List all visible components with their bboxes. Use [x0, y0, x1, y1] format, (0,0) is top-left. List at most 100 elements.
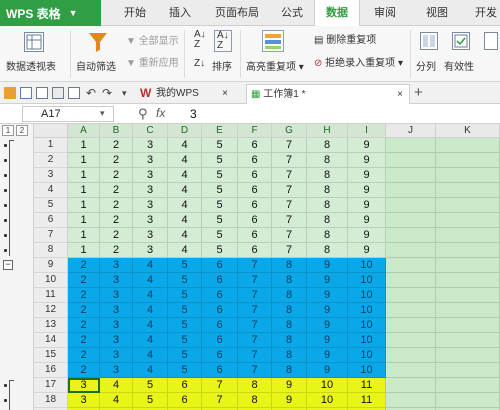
- row-header-18[interactable]: 18: [34, 393, 68, 408]
- cell[interactable]: 4: [168, 243, 202, 258]
- cell[interactable]: 5: [202, 138, 238, 153]
- cell[interactable]: [436, 318, 500, 333]
- tab-home[interactable]: 开始: [112, 0, 158, 26]
- column-header-c[interactable]: C: [133, 124, 168, 138]
- cell[interactable]: [386, 198, 436, 213]
- cell[interactable]: [386, 168, 436, 183]
- tab-insert[interactable]: 插入: [162, 0, 198, 26]
- cell[interactable]: 4: [133, 258, 168, 273]
- cell[interactable]: [386, 333, 436, 348]
- highlight-duplicates-button[interactable]: 高亮重复项 ▾: [246, 58, 304, 73]
- cell[interactable]: 9: [348, 183, 386, 198]
- pdf-export-icon[interactable]: [68, 87, 80, 99]
- cell[interactable]: 9: [348, 198, 386, 213]
- split-columns-icon[interactable]: [420, 32, 438, 50]
- cell[interactable]: 6: [202, 363, 238, 378]
- cell[interactable]: [436, 288, 500, 303]
- column-header-i[interactable]: I: [348, 124, 386, 138]
- cell[interactable]: 7: [272, 138, 307, 153]
- row-header-10[interactable]: 10: [34, 273, 68, 288]
- cell[interactable]: 6: [238, 138, 272, 153]
- cell[interactable]: 8: [307, 153, 348, 168]
- cell[interactable]: 9: [348, 168, 386, 183]
- cell[interactable]: 2: [68, 318, 100, 333]
- cell[interactable]: 4: [133, 273, 168, 288]
- cell[interactable]: 4: [133, 348, 168, 363]
- cell[interactable]: 6: [202, 303, 238, 318]
- cell[interactable]: [386, 303, 436, 318]
- cell[interactable]: 3: [100, 333, 133, 348]
- cell[interactable]: 10: [348, 348, 386, 363]
- cell[interactable]: 10: [348, 273, 386, 288]
- row-header-4[interactable]: 4: [34, 183, 68, 198]
- cell[interactable]: 5: [168, 333, 202, 348]
- cell[interactable]: 10: [348, 363, 386, 378]
- cell[interactable]: 5: [202, 228, 238, 243]
- cell[interactable]: 1: [68, 198, 100, 213]
- sort-button[interactable]: 排序: [212, 58, 232, 73]
- cell[interactable]: 10: [348, 258, 386, 273]
- column-header-b[interactable]: B: [100, 124, 133, 138]
- cell[interactable]: [436, 393, 500, 408]
- cell[interactable]: 6: [202, 288, 238, 303]
- cell[interactable]: 9: [272, 393, 307, 408]
- cell[interactable]: 2: [100, 228, 133, 243]
- cell[interactable]: 2: [68, 303, 100, 318]
- row-header-6[interactable]: 6: [34, 213, 68, 228]
- cell[interactable]: 5: [202, 198, 238, 213]
- cell[interactable]: 9: [348, 138, 386, 153]
- cell[interactable]: [436, 153, 500, 168]
- pivot-table-icon[interactable]: [24, 32, 44, 52]
- cell[interactable]: [436, 363, 500, 378]
- cell[interactable]: [386, 243, 436, 258]
- cell[interactable]: 3: [133, 153, 168, 168]
- open-folder-icon[interactable]: [4, 87, 16, 99]
- cell[interactable]: 10: [348, 333, 386, 348]
- cell[interactable]: [436, 333, 500, 348]
- active-cell[interactable]: 3: [68, 378, 100, 393]
- cell[interactable]: 8: [272, 288, 307, 303]
- cell[interactable]: 5: [202, 153, 238, 168]
- row-header-11[interactable]: 11: [34, 288, 68, 303]
- redo-icon[interactable]: ↷: [102, 87, 114, 99]
- cell[interactable]: 5: [168, 303, 202, 318]
- cell[interactable]: 2: [100, 183, 133, 198]
- cell[interactable]: 3: [100, 258, 133, 273]
- cell[interactable]: [386, 258, 436, 273]
- cell[interactable]: 11: [348, 393, 386, 408]
- cell[interactable]: 8: [307, 183, 348, 198]
- cell[interactable]: 6: [238, 168, 272, 183]
- cell[interactable]: 4: [133, 288, 168, 303]
- cell[interactable]: 8: [272, 273, 307, 288]
- column-header-g[interactable]: G: [272, 124, 307, 138]
- cell[interactable]: 8: [238, 393, 272, 408]
- column-header-f[interactable]: F: [238, 124, 272, 138]
- cell[interactable]: 5: [168, 318, 202, 333]
- more-tools-icon[interactable]: [484, 32, 498, 50]
- cell[interactable]: 6: [168, 393, 202, 408]
- cell[interactable]: [436, 228, 500, 243]
- cell[interactable]: [386, 138, 436, 153]
- cell[interactable]: 4: [168, 138, 202, 153]
- cell[interactable]: 3: [68, 393, 100, 408]
- row-header-17[interactable]: 17: [34, 378, 68, 393]
- cell[interactable]: 9: [307, 318, 348, 333]
- cell[interactable]: 6: [168, 378, 202, 393]
- close-icon[interactable]: ×: [397, 85, 403, 105]
- select-all-corner[interactable]: [34, 124, 68, 138]
- cell[interactable]: 5: [168, 288, 202, 303]
- column-header-h[interactable]: H: [307, 124, 348, 138]
- column-header-d[interactable]: D: [168, 124, 202, 138]
- cell[interactable]: 2: [68, 348, 100, 363]
- cell[interactable]: 8: [272, 363, 307, 378]
- row-header-2[interactable]: 2: [34, 153, 68, 168]
- cell[interactable]: 5: [202, 213, 238, 228]
- print-icon[interactable]: [52, 87, 64, 99]
- cell[interactable]: 3: [100, 273, 133, 288]
- row-header-3[interactable]: 3: [34, 168, 68, 183]
- cell[interactable]: 4: [100, 393, 133, 408]
- tab-data[interactable]: 数据: [314, 0, 360, 27]
- cell[interactable]: 8: [307, 168, 348, 183]
- fx-button[interactable]: fx: [156, 106, 165, 120]
- outline-level-1-button[interactable]: 1: [2, 125, 14, 136]
